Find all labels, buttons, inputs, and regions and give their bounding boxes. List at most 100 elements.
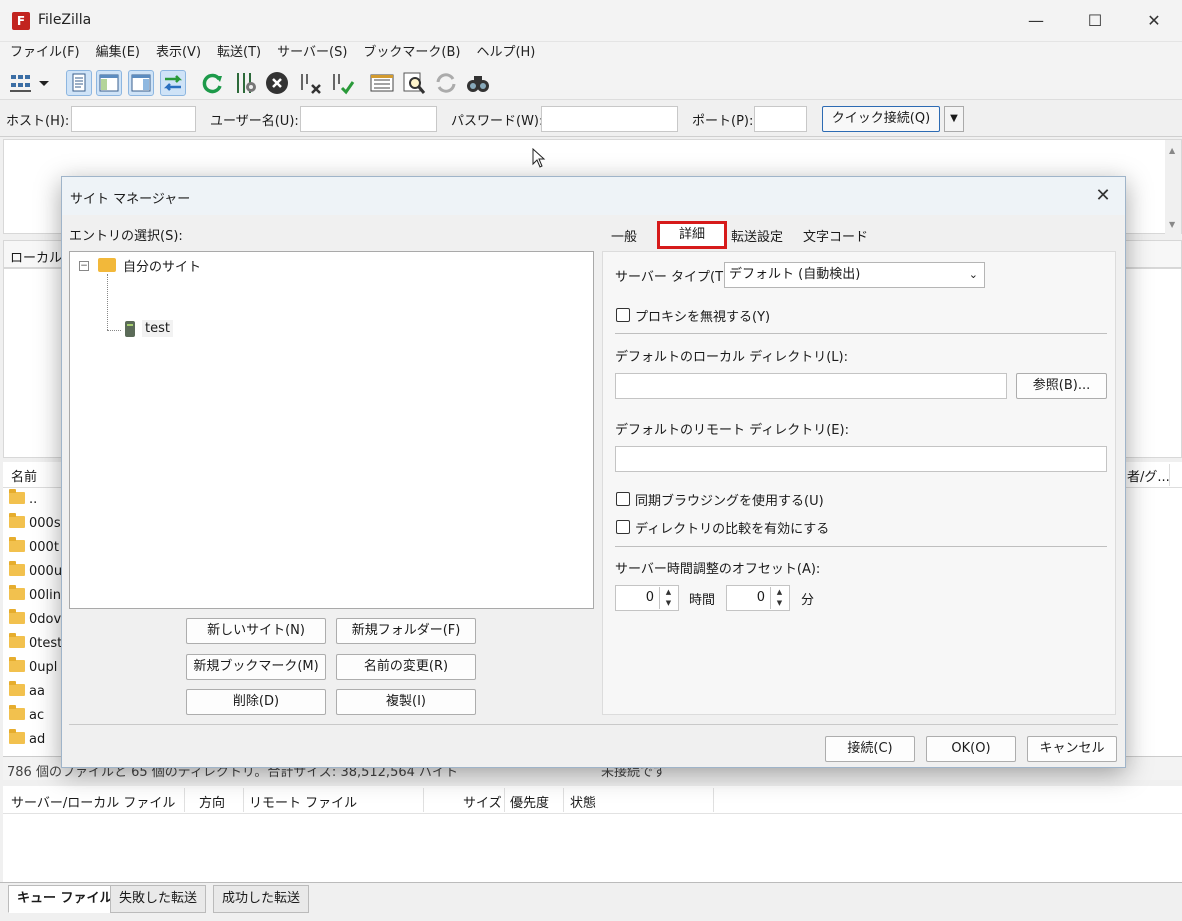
tab-failed-transfers[interactable]: 失敗した転送 — [110, 885, 207, 913]
queue-tabs: キュー ファイル 失敗した転送 成功した転送 — [0, 882, 1182, 921]
list-item[interactable]: 000u — [9, 560, 62, 584]
scroll-down-icon[interactable]: ▼ — [1169, 220, 1175, 229]
site-tree[interactable]: − 自分のサイト test — [69, 251, 594, 609]
menu-help[interactable]: ヘルプ(H) — [468, 42, 543, 64]
list-item[interactable]: 0dov — [9, 608, 61, 632]
folder-icon — [98, 258, 116, 272]
connect-button[interactable]: 接続(C) — [825, 736, 915, 762]
folder-icon — [9, 513, 25, 528]
dir-compare-checkbox[interactable] — [616, 520, 630, 534]
list-item[interactable]: aa — [9, 680, 45, 704]
folder-icon — [9, 633, 25, 648]
menu-edit[interactable]: 編集(E) — [88, 42, 148, 64]
tab-advanced[interactable]: 詳細 — [657, 221, 727, 249]
reconnect-icon[interactable] — [330, 70, 356, 96]
tree-root-my-sites[interactable]: 自分のサイト — [123, 256, 201, 275]
local-dir-input[interactable] — [615, 373, 1007, 399]
column-owner-group[interactable]: 者/グ... — [1127, 466, 1170, 485]
collapse-icon[interactable]: − — [79, 261, 89, 271]
tab-general[interactable]: 一般 — [605, 227, 643, 251]
column-direction[interactable]: 方向 — [199, 792, 225, 811]
menu-bookmarks[interactable]: ブックマーク(B) — [355, 42, 468, 64]
tab-transfer-settings[interactable]: 転送設定 — [725, 227, 789, 251]
list-item[interactable]: 000t — [9, 536, 59, 560]
column-name[interactable]: 名前 — [11, 466, 37, 485]
column-remote-file[interactable]: リモート ファイル — [249, 792, 357, 811]
port-input[interactable] — [754, 106, 807, 132]
folder-icon — [9, 561, 25, 576]
message-log-icon[interactable] — [66, 70, 92, 96]
local-dir-label: デフォルトのローカル ディレクトリ(L): — [615, 350, 848, 365]
column-status[interactable]: 状態 — [570, 792, 596, 811]
find-files-icon[interactable] — [465, 70, 491, 96]
tree-item-test[interactable]: test — [142, 320, 173, 337]
list-item[interactable]: ac — [9, 704, 44, 728]
list-item[interactable]: ad — [9, 728, 45, 752]
browse-button[interactable]: 参照(B)... — [1016, 373, 1107, 399]
server-type-select[interactable]: デフォルト (自動検出) ⌄ — [724, 262, 985, 288]
username-input[interactable] — [300, 106, 437, 132]
log-scrollbar[interactable]: ▲ ▼ — [1165, 140, 1181, 235]
cancel-button[interactable]: キャンセル — [1027, 736, 1117, 762]
sync-browsing-label[interactable]: 同期ブラウジングを使用する(U) — [635, 490, 824, 509]
bypass-proxy-label[interactable]: プロキシを無視する(Y) — [635, 306, 770, 325]
quickconnect-button[interactable]: クイック接続(Q) — [822, 106, 940, 132]
new-bookmark-button[interactable]: 新規ブックマーク(M) — [186, 654, 326, 680]
bypass-proxy-checkbox[interactable] — [616, 308, 630, 322]
remote-tree-icon[interactable] — [128, 70, 154, 96]
sync-browsing-checkbox[interactable] — [616, 492, 630, 506]
local-tree-icon[interactable] — [96, 70, 122, 96]
transfer-queue-icon[interactable] — [160, 70, 186, 96]
menu-file[interactable]: ファイル(F) — [0, 42, 88, 64]
dir-compare-label[interactable]: ディレクトリの比較を有効にする — [635, 518, 829, 537]
process-queue-icon[interactable] — [232, 70, 258, 96]
quickconnect-bar: ホスト(H): ユーザー名(U): パスワード(W): ポート(P): クイック… — [0, 101, 1182, 137]
dialog-close-button[interactable]: ✕ — [1089, 183, 1117, 209]
minimize-button[interactable]: — — [1022, 8, 1050, 34]
ok-button[interactable]: OK(O) — [926, 736, 1016, 762]
duplicate-button[interactable]: 複製(I) — [336, 689, 476, 715]
directory-listing-filter-icon[interactable] — [369, 70, 395, 96]
spinner-arrows-icon[interactable]: ▲ ▼ — [659, 587, 677, 609]
sync-browsing-icon[interactable] — [433, 70, 459, 96]
spinner-arrows-icon[interactable]: ▲ ▼ — [770, 587, 788, 609]
delete-button[interactable]: 削除(D) — [186, 689, 326, 715]
maximize-button[interactable]: ☐ — [1081, 8, 1109, 34]
list-item[interactable]: 0upl — [9, 656, 57, 680]
menu-server[interactable]: サーバー(S) — [269, 42, 355, 64]
new-site-button[interactable]: 新しいサイト(N) — [186, 618, 326, 644]
tab-charset[interactable]: 文字コード — [797, 227, 874, 251]
close-window-button[interactable]: ✕ — [1140, 8, 1168, 34]
refresh-icon[interactable] — [200, 70, 226, 96]
tab-queued-files[interactable]: キュー ファイル — [8, 885, 122, 913]
list-item[interactable]: 000s — [9, 512, 61, 536]
title-bar: F FileZilla — ☐ ✕ — [0, 0, 1182, 42]
list-item[interactable]: .. — [9, 488, 37, 512]
new-folder-button[interactable]: 新規フォルダー(F) — [336, 618, 476, 644]
remote-dir-input[interactable] — [615, 446, 1107, 472]
minutes-offset-spinner[interactable]: 0 ▲ ▼ — [726, 585, 790, 611]
search-icon[interactable] — [401, 70, 427, 96]
host-input[interactable] — [71, 106, 196, 132]
column-priority[interactable]: 優先度 — [510, 792, 549, 811]
cancel-icon[interactable] — [264, 70, 290, 96]
tab-successful-transfers[interactable]: 成功した転送 — [213, 885, 310, 913]
password-input[interactable] — [541, 106, 678, 132]
host-label: ホスト(H): — [6, 114, 70, 129]
quickconnect-history-dropdown[interactable]: ▼ — [944, 106, 964, 132]
site-manager-icon[interactable] — [8, 70, 34, 96]
column-size[interactable]: サイズ — [463, 792, 502, 811]
disconnect-icon[interactable] — [298, 70, 324, 96]
list-item[interactable]: 0test — [9, 632, 62, 656]
hours-offset-spinner[interactable]: 0 ▲ ▼ — [615, 585, 679, 611]
menu-transfer[interactable]: 転送(T) — [209, 42, 269, 64]
chevron-down-icon: ⌄ — [968, 268, 978, 281]
rename-button[interactable]: 名前の変更(R) — [336, 654, 476, 680]
scroll-up-icon[interactable]: ▲ — [1169, 146, 1175, 155]
dropdown-icon[interactable] — [36, 70, 52, 96]
menu-view[interactable]: 表示(V) — [148, 42, 209, 64]
password-label: パスワード(W): — [451, 114, 544, 129]
time-offset-label: サーバー時間調整のオフセット(A): — [615, 562, 821, 577]
column-server-local-file[interactable]: サーバー/ローカル ファイル — [11, 792, 175, 811]
list-item[interactable]: 00lin — [9, 584, 61, 608]
